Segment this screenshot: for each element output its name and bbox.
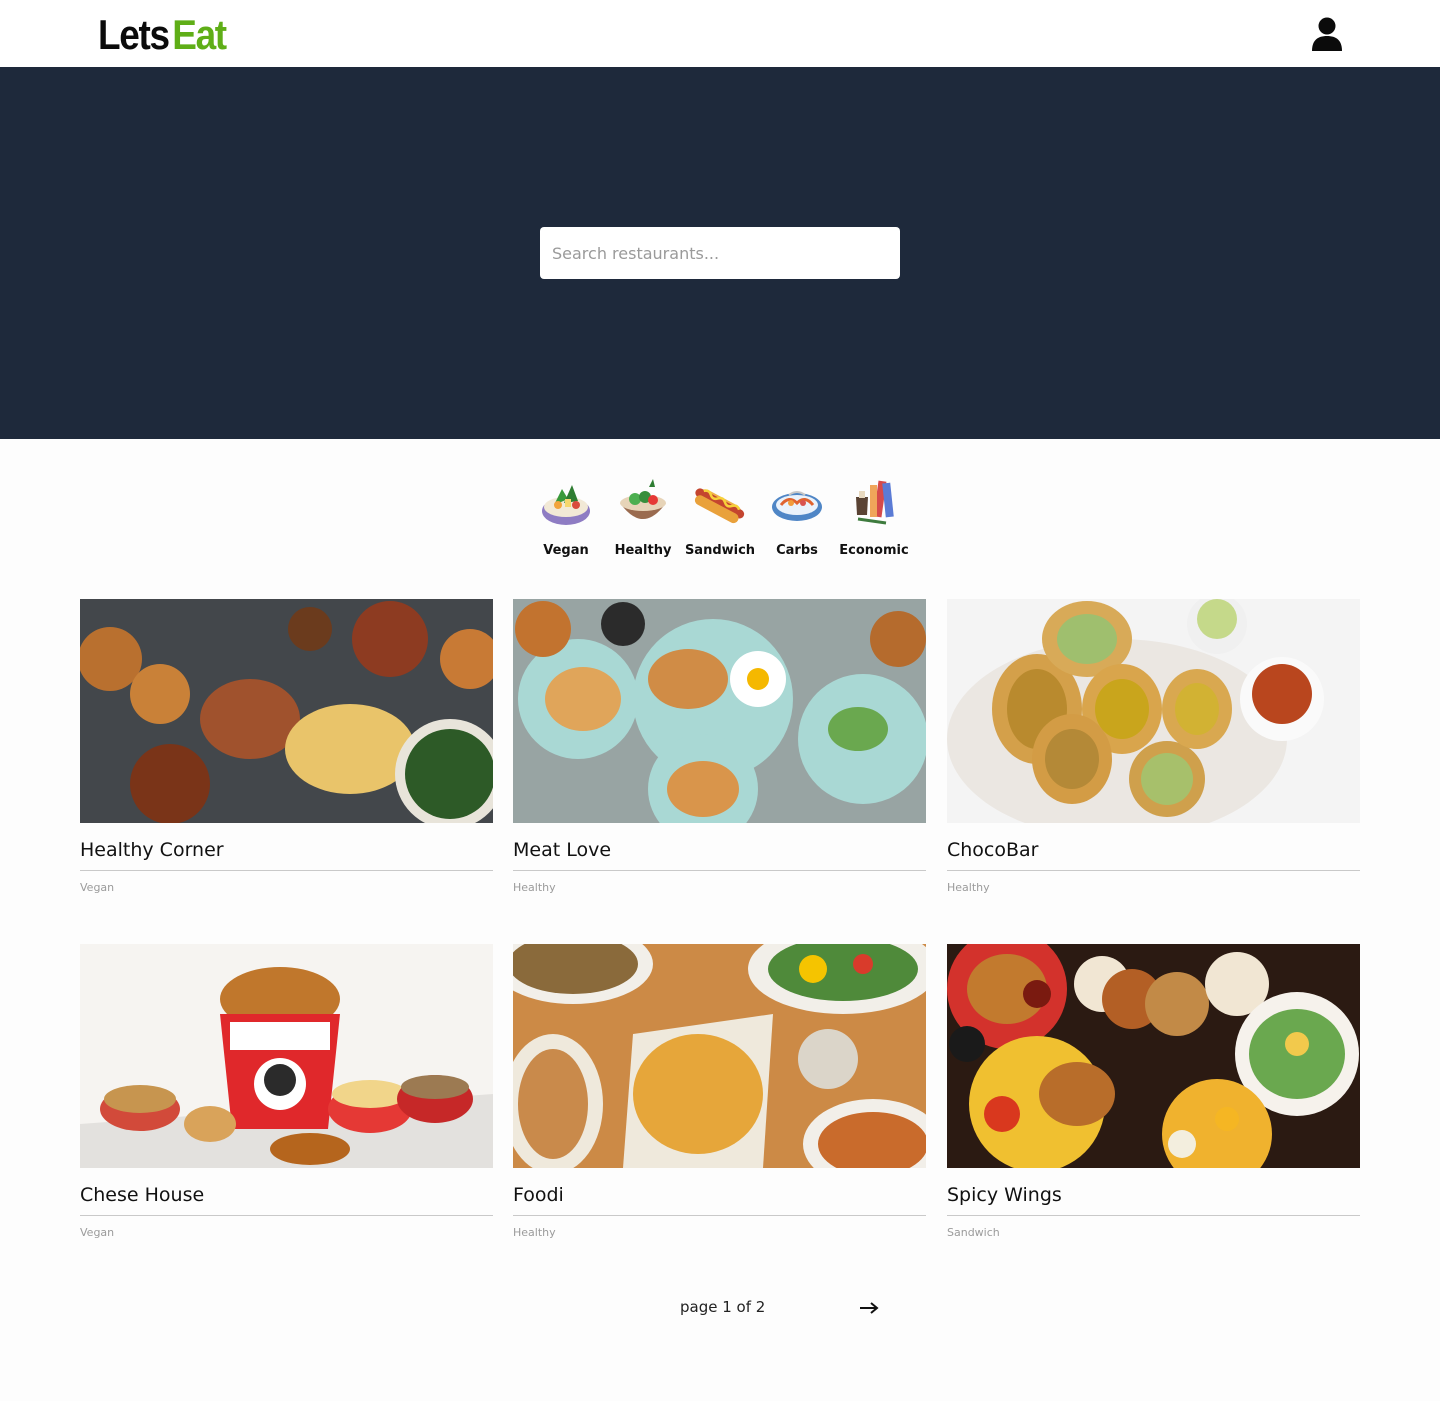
restaurant-name: Healthy Corner [80, 837, 493, 871]
restaurant-card[interactable]: Foodi Healthy [513, 944, 926, 1239]
logo-word-eat: Eat [172, 11, 227, 58]
restaurant-name: Meat Love [513, 837, 926, 871]
restaurant-category: Sandwich [947, 1226, 1000, 1239]
restaurant-card[interactable]: ChocoBar Healthy [947, 599, 1360, 894]
restaurant-category: Healthy [513, 1226, 556, 1239]
hotdog-icon [694, 488, 745, 524]
restaurant-category: Healthy [947, 881, 990, 894]
restaurant-category: Vegan [80, 1226, 115, 1239]
restaurant-name: ChocoBar [947, 837, 1360, 871]
vegan-bowl-icon [542, 485, 590, 525]
category-healthy[interactable]: Healthy [603, 475, 683, 558]
arrow-right-icon[interactable] [858, 1301, 880, 1315]
healthy-bowl-icon [620, 479, 666, 519]
restaurant-category: Healthy [513, 881, 556, 894]
restaurant-card[interactable]: Chese House Vegan [80, 944, 493, 1239]
restaurant-image [513, 599, 926, 823]
restaurant-image [947, 944, 1360, 1168]
category-label: Healthy [614, 543, 672, 558]
category-economic[interactable]: Economic [834, 475, 914, 558]
user-icon[interactable] [1311, 17, 1343, 51]
category-label: Sandwich [684, 543, 756, 558]
restaurant-name: Chese House [80, 1182, 493, 1216]
restaurant-image [947, 599, 1360, 823]
category-sandwich[interactable]: Sandwich [680, 475, 760, 558]
logo-word-lets: Lets [98, 11, 170, 58]
restaurant-image [80, 599, 493, 823]
search-input[interactable] [540, 227, 900, 279]
carbs-plate-icon [772, 491, 822, 521]
hero-banner [0, 67, 1440, 439]
restaurant-image [80, 944, 493, 1168]
category-vegan[interactable]: Vegan [526, 475, 606, 558]
category-carbs[interactable]: Carbs [757, 475, 837, 558]
restaurant-image [513, 944, 926, 1168]
category-label: Carbs [776, 543, 818, 558]
restaurant-card[interactable]: Meat Love Healthy [513, 599, 926, 894]
logo[interactable]: LetsEat [98, 9, 227, 61]
restaurant-grid: Healthy Corner Vegan Meat Love Healthy C… [0, 599, 1440, 1289]
category-label: Economic [839, 543, 909, 558]
restaurant-category: Vegan [80, 881, 115, 894]
restaurant-card[interactable]: Healthy Corner Vegan [80, 599, 493, 894]
pagination: page 1 of 2 [0, 1289, 1440, 1401]
category-label: Vegan [543, 543, 589, 558]
restaurant-card[interactable]: Spicy Wings Sandwich [947, 944, 1360, 1239]
top-header: LetsEat [0, 0, 1440, 67]
restaurant-name: Spicy Wings [947, 1182, 1360, 1216]
category-bar: Vegan Healthy Sandwich Carbs Economic [0, 439, 1440, 599]
page-indicator: page 1 of 2 [680, 1298, 766, 1316]
restaurant-name: Foodi [513, 1182, 926, 1216]
economic-icon [856, 480, 894, 525]
